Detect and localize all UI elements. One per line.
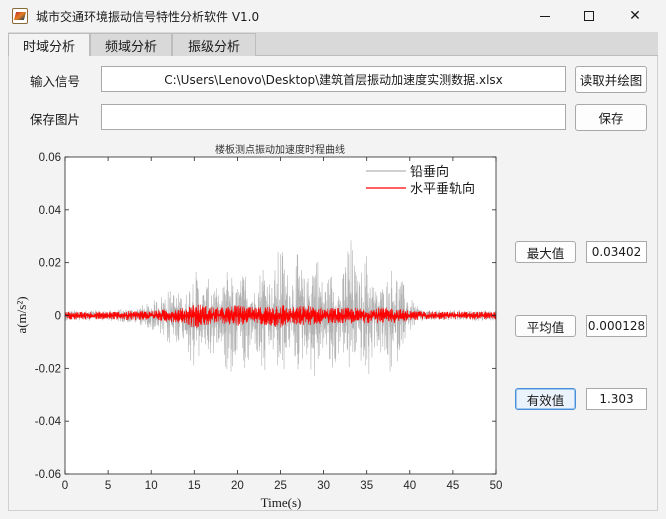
x-tick-label: 15 xyxy=(188,480,201,492)
legend-label: 铅垂向 xyxy=(410,164,449,180)
y-tick-label: 0.02 xyxy=(39,258,61,270)
acceleration-time-history-chart: 楼板测点振动加速度时程曲线 0 5 10 15 20 25 30 35 40 45 50 0.06 0.… xyxy=(14,143,503,510)
plot-area: 0 5 10 15 20 25 30 35 40 45 50 0.06 0.04 0.02 0 -0.02 -0… xyxy=(35,152,503,492)
x-tick-label: 45 xyxy=(447,480,460,492)
y-tick-label: -0.06 xyxy=(35,469,61,481)
x-tick-label: 10 xyxy=(145,480,158,492)
legend-label: 水平垂轨向 xyxy=(410,181,475,197)
x-tick-label: 30 xyxy=(317,480,330,492)
y-tick-label: 0 xyxy=(55,311,61,323)
y-axis-label: a(m/s²) xyxy=(14,296,29,333)
x-axis-label: Time(s) xyxy=(261,495,302,510)
x-tick-label: 35 xyxy=(360,480,373,492)
y-tick-label: 0.06 xyxy=(39,152,61,164)
x-tick-label: 25 xyxy=(274,480,287,492)
x-tick-label: 20 xyxy=(231,480,244,492)
y-tick-label: 0.04 xyxy=(39,205,62,217)
y-tick-label: -0.04 xyxy=(35,416,62,428)
x-tick-label: 50 xyxy=(490,480,503,492)
chart-title: 楼板测点振动加速度时程曲线 xyxy=(215,143,345,156)
y-tick-label: -0.02 xyxy=(35,363,61,375)
x-tick-label: 5 xyxy=(105,480,111,492)
x-tick-label: 40 xyxy=(403,480,416,492)
x-tick-label: 0 xyxy=(62,480,68,492)
